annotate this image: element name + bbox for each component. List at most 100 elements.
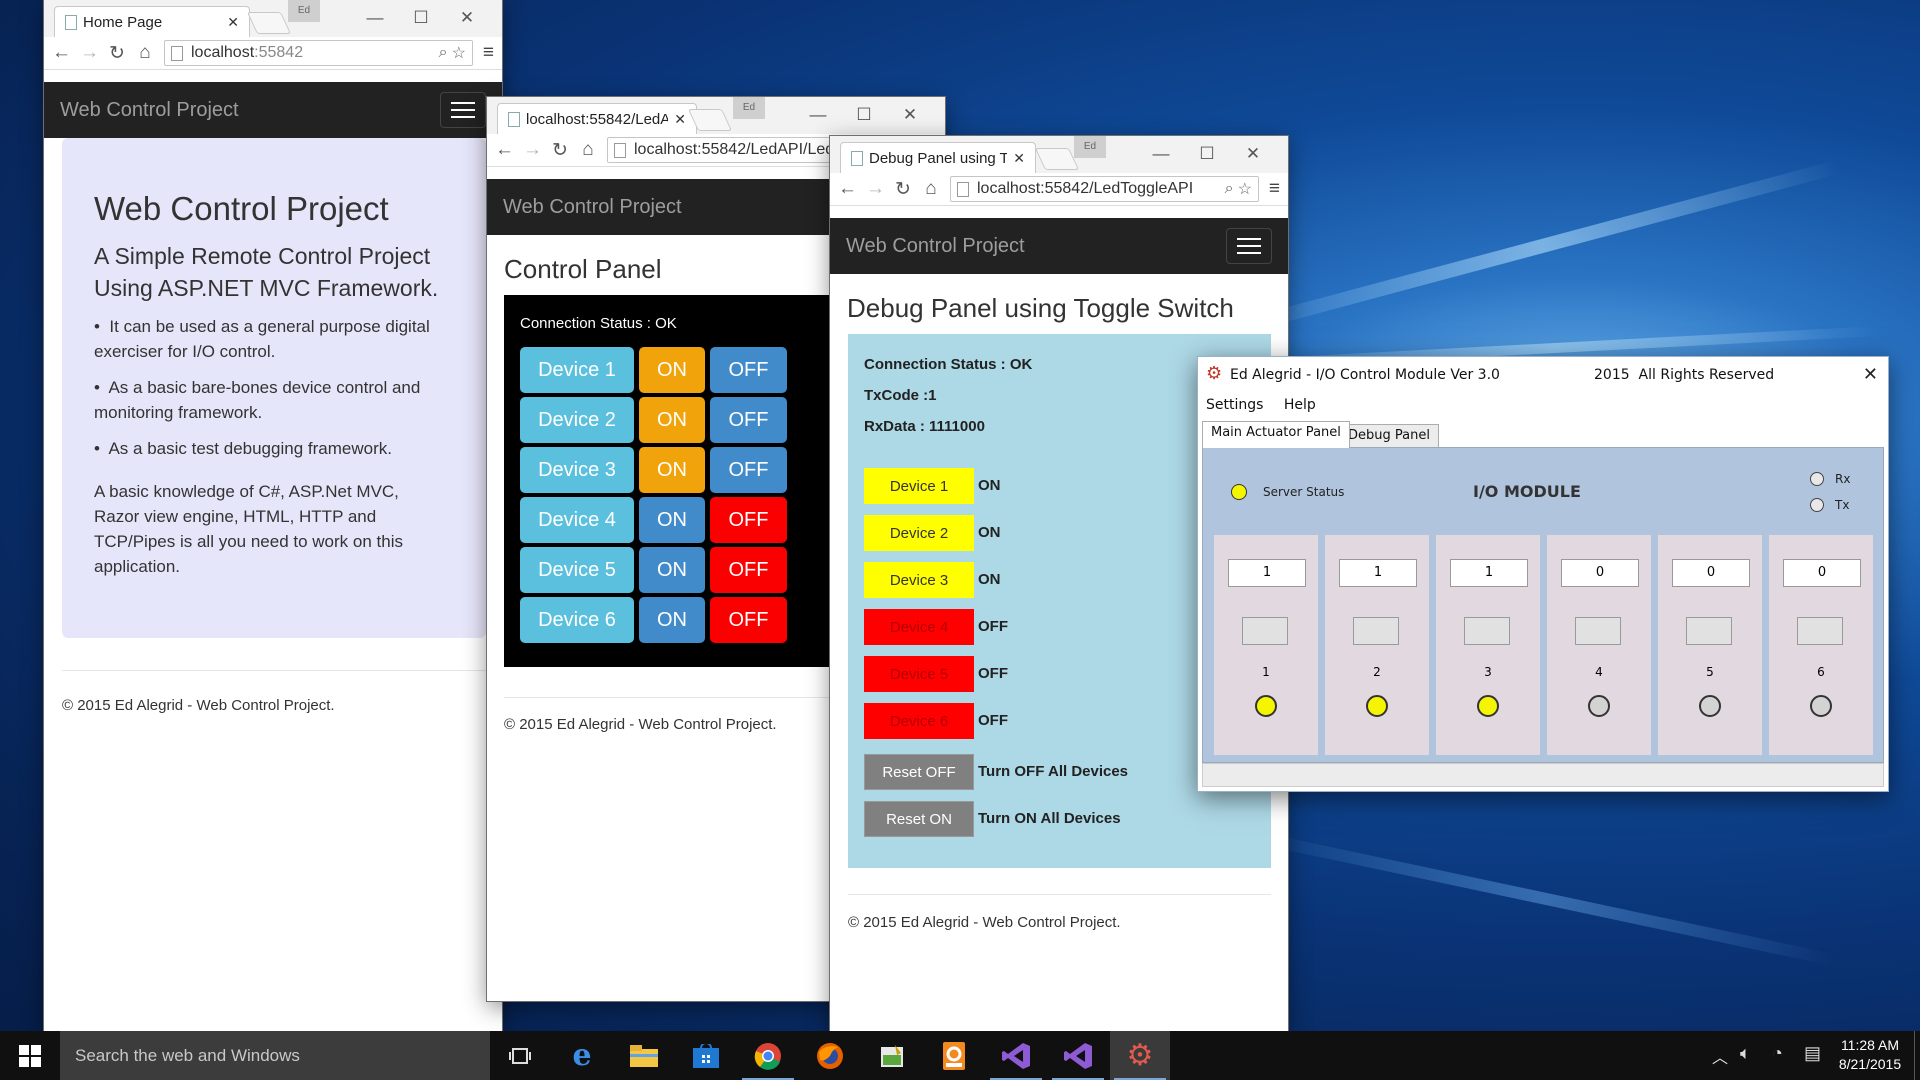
- on-button[interactable]: ON: [639, 597, 705, 643]
- forward-icon[interactable]: →: [866, 178, 885, 200]
- device-toggle-button[interactable]: Device 2: [864, 515, 974, 551]
- channel-value-field[interactable]: 0: [1672, 559, 1750, 587]
- pdf-app-icon[interactable]: [924, 1031, 984, 1080]
- show-desktop-button[interactable]: [1914, 1031, 1920, 1080]
- menu-icon[interactable]: ≡: [1269, 178, 1280, 200]
- close-icon[interactable]: ✕: [1863, 364, 1878, 385]
- new-tab-button[interactable]: [1034, 148, 1080, 170]
- device-button[interactable]: Device 4: [520, 497, 634, 543]
- browser-tab-control-panel[interactable]: localhost:55842/LedA ✕: [497, 103, 697, 134]
- user-badge[interactable]: Ed: [1074, 136, 1106, 158]
- io-module-gear-icon[interactable]: ⚙: [1110, 1031, 1170, 1080]
- tab-main-actuator-panel[interactable]: Main Actuator Panel: [1202, 421, 1350, 448]
- device-button[interactable]: Device 5: [520, 547, 634, 593]
- off-button[interactable]: OFF: [710, 547, 787, 593]
- app-titlebar[interactable]: ⚙ Ed Alegrid - I/O Control Module Ver 3.…: [1198, 357, 1888, 393]
- device-toggle-button[interactable]: Device 6: [864, 703, 974, 739]
- close-icon[interactable]: ✕: [1230, 144, 1276, 164]
- on-button[interactable]: ON: [639, 397, 705, 443]
- reset-on-button[interactable]: Reset ON: [864, 801, 974, 837]
- visual-studio-icon[interactable]: [986, 1031, 1046, 1080]
- maximize-icon[interactable]: ☐: [1184, 144, 1230, 164]
- close-icon[interactable]: ✕: [887, 105, 933, 125]
- channel-toggle-button[interactable]: [1797, 617, 1843, 645]
- device-toggle-button[interactable]: Device 1: [864, 468, 974, 504]
- search-icon[interactable]: ⌕: [1225, 180, 1234, 198]
- home-icon[interactable]: ⌂: [922, 178, 940, 200]
- user-badge[interactable]: Ed: [288, 0, 320, 22]
- off-button[interactable]: OFF: [710, 597, 787, 643]
- user-badge[interactable]: Ed: [733, 97, 765, 119]
- off-button[interactable]: OFF: [710, 347, 787, 393]
- reload-icon[interactable]: ↻: [551, 139, 569, 162]
- search-box[interactable]: Search the web and Windows: [60, 1031, 490, 1080]
- volume-icon[interactable]: 🔈︎: [1740, 1043, 1751, 1064]
- on-button[interactable]: ON: [639, 547, 705, 593]
- on-button[interactable]: ON: [639, 447, 705, 493]
- navbar-brand[interactable]: Web Control Project: [503, 196, 682, 219]
- menu-icon[interactable]: ≡: [483, 42, 494, 64]
- start-button[interactable]: [0, 1031, 60, 1080]
- back-icon[interactable]: ←: [838, 178, 857, 200]
- channel-toggle-button[interactable]: [1242, 617, 1288, 645]
- file-explorer-icon[interactable]: [614, 1031, 674, 1080]
- channel-value-field[interactable]: 1: [1450, 559, 1528, 587]
- channel-value-field[interactable]: 1: [1339, 559, 1417, 587]
- home-icon[interactable]: ⌂: [579, 139, 597, 161]
- url-input[interactable]: localhost:55842/LedToggleAPI ⌕ ☆: [950, 176, 1259, 202]
- channel-toggle-button[interactable]: [1464, 617, 1510, 645]
- hamburger-menu-icon[interactable]: [1226, 228, 1272, 264]
- on-button[interactable]: ON: [639, 497, 705, 543]
- hamburger-menu-icon[interactable]: [440, 92, 486, 128]
- channel-value-field[interactable]: 0: [1783, 559, 1861, 587]
- tab-close-icon[interactable]: ✕: [674, 111, 686, 128]
- tab-close-icon[interactable]: ✕: [1013, 150, 1025, 167]
- minimize-icon[interactable]: —: [352, 8, 398, 28]
- url-input[interactable]: localhost:55842 ⌕ ☆: [164, 40, 473, 66]
- paint-app-icon[interactable]: [862, 1031, 922, 1080]
- close-icon[interactable]: ✕: [444, 8, 490, 28]
- bookmark-star-icon[interactable]: ☆: [1238, 179, 1252, 199]
- rx-radio[interactable]: [1810, 472, 1824, 486]
- device-button[interactable]: Device 1: [520, 347, 634, 393]
- navbar-brand[interactable]: Web Control Project: [60, 99, 239, 122]
- browser-tab-debug-panel[interactable]: Debug Panel using To ✕: [840, 142, 1036, 173]
- back-icon[interactable]: ←: [495, 139, 514, 161]
- visual-studio-icon-2[interactable]: [1048, 1031, 1108, 1080]
- action-center-icon[interactable]: ▤: [1804, 1043, 1821, 1064]
- channel-toggle-button[interactable]: [1353, 617, 1399, 645]
- off-button[interactable]: OFF: [710, 497, 787, 543]
- firefox-icon[interactable]: [800, 1031, 860, 1080]
- store-icon[interactable]: [676, 1031, 736, 1080]
- edge-browser-icon[interactable]: e: [552, 1031, 612, 1080]
- device-button[interactable]: Device 2: [520, 397, 634, 443]
- minimize-icon[interactable]: —: [1138, 144, 1184, 164]
- channel-value-field[interactable]: 0: [1561, 559, 1639, 587]
- menu-help[interactable]: Help: [1284, 397, 1316, 413]
- window-titlebar[interactable]: Home Page ✕ Ed — ☐ ✕: [44, 0, 502, 37]
- reload-icon[interactable]: ↻: [108, 42, 126, 65]
- bookmark-star-icon[interactable]: ☆: [452, 43, 466, 63]
- device-toggle-button[interactable]: Device 4: [864, 609, 974, 645]
- channel-toggle-button[interactable]: [1686, 617, 1732, 645]
- maximize-icon[interactable]: ☐: [398, 8, 444, 28]
- clock[interactable]: 11:28 AM 8/21/2015: [1834, 1036, 1906, 1074]
- window-titlebar[interactable]: Debug Panel using To ✕ Ed — ☐ ✕: [830, 136, 1288, 173]
- device-toggle-button[interactable]: Device 5: [864, 656, 974, 692]
- tab-close-icon[interactable]: ✕: [227, 14, 239, 31]
- browser-tab-home[interactable]: Home Page ✕: [54, 6, 250, 37]
- tab-debug-panel[interactable]: Debug Panel: [1339, 424, 1439, 448]
- home-icon[interactable]: ⌂: [136, 42, 154, 64]
- device-button[interactable]: Device 3: [520, 447, 634, 493]
- tray-chevron-icon[interactable]: ︿: [1712, 1044, 1728, 1068]
- forward-icon[interactable]: →: [80, 42, 99, 64]
- reload-icon[interactable]: ↻: [894, 178, 912, 201]
- off-button[interactable]: OFF: [710, 447, 787, 493]
- task-view-icon[interactable]: [490, 1031, 550, 1080]
- forward-icon[interactable]: →: [523, 139, 542, 161]
- window-titlebar[interactable]: localhost:55842/LedA ✕ Ed — ☐ ✕: [487, 97, 945, 134]
- device-button[interactable]: Device 6: [520, 597, 634, 643]
- back-icon[interactable]: ←: [52, 42, 71, 64]
- on-button[interactable]: ON: [639, 347, 705, 393]
- minimize-icon[interactable]: —: [795, 105, 841, 125]
